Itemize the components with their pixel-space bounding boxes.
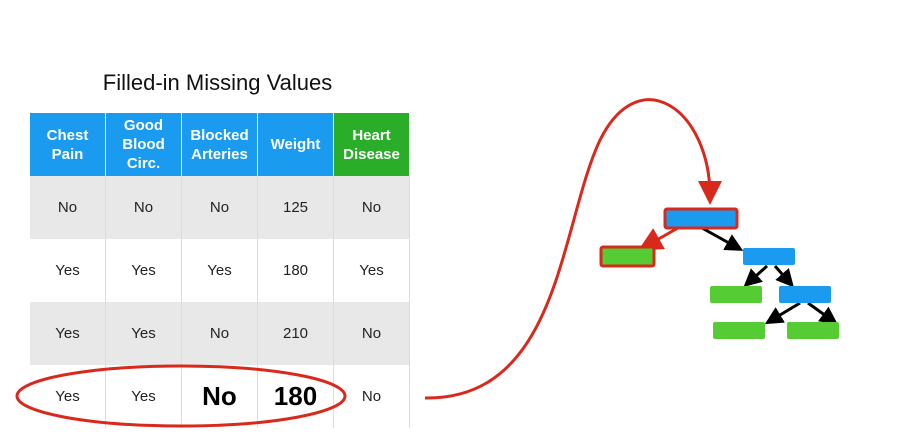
- tree-leaf-selected: [599, 245, 656, 268]
- tree-edge-root-left: [638, 226, 679, 251]
- tree-leaf-node: [713, 322, 765, 339]
- tree-root-node: [663, 207, 739, 230]
- tree-leaf-node: [710, 286, 762, 303]
- feed-into-tree-arrow: [424, 98, 722, 400]
- tree-internal-node: [743, 248, 795, 265]
- tree-edge-node2-left: [743, 264, 769, 288]
- tree-edge-root-right: [701, 226, 744, 251]
- tree-leaf-node: [787, 322, 839, 339]
- highlight-ellipse: [15, 364, 347, 428]
- diagram-overlay: [15, 98, 839, 428]
- tree-edge-node3-right: [807, 301, 838, 325]
- tree-edge-node2-right: [773, 265, 794, 288]
- tree-edge-node3-left: [764, 301, 801, 325]
- tree-internal-node: [779, 286, 831, 303]
